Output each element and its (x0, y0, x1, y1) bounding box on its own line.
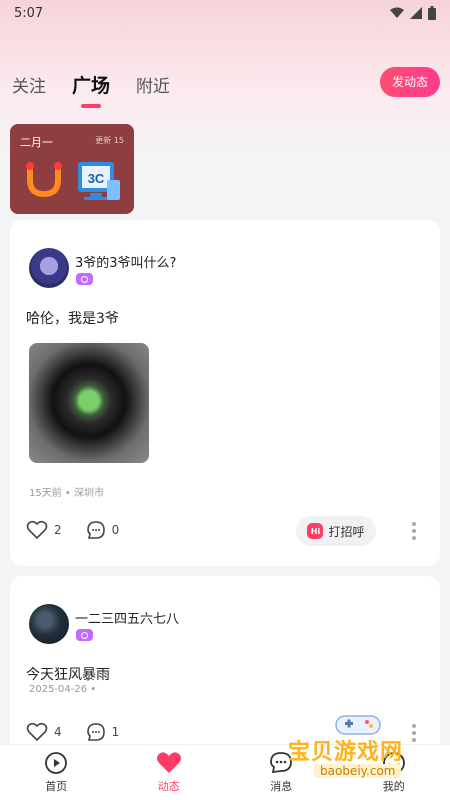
user-badge-icon (76, 273, 93, 285)
promo-card[interactable]: 二月一 更新 15 3C (10, 124, 134, 214)
wifi-icon (390, 7, 404, 18)
comment-button[interactable]: 0 (86, 520, 120, 540)
comment-button[interactable]: 1 (86, 722, 120, 742)
status-time: 5:07 (14, 5, 44, 21)
like-button[interactable]: 4 (26, 722, 62, 742)
like-count: 2 (54, 523, 62, 537)
comment-icon (86, 521, 105, 539)
nav-home[interactable]: 首页 (0, 745, 113, 800)
u-logo-icon (26, 162, 62, 198)
nav-moments-label: 动态 (157, 780, 180, 793)
user-badge-icon (76, 629, 93, 641)
post-text: 哈伦，我是3爷 (26, 311, 119, 327)
hi-icon: Hi (307, 523, 324, 539)
avatar[interactable] (29, 248, 69, 288)
more-options-icon[interactable] (412, 522, 416, 540)
greet-button[interactable]: Hi 打招呼 (296, 516, 376, 546)
heart-outline-icon (26, 722, 48, 742)
3c-device-icon: 3C (78, 162, 120, 200)
avatar[interactable] (29, 604, 69, 644)
post-status-button[interactable]: 发动态 (379, 67, 440, 97)
heart-icon (156, 752, 181, 773)
status-icons (390, 6, 436, 20)
watermark-text: 宝贝游戏网 (288, 740, 404, 765)
watermark-url: baobeiy.com (314, 764, 402, 778)
like-button[interactable]: 2 (26, 520, 62, 540)
post-actions: 2 0 (26, 520, 143, 540)
watermark: 宝贝游戏网 baobeiy.com (282, 712, 442, 782)
post-actions: 4 1 (26, 722, 143, 742)
status-bar: 5:07 (0, 0, 450, 26)
top-tabs: 关注 广场 附近 发动态 (0, 62, 450, 106)
tab-follow[interactable]: 关注 (12, 72, 46, 97)
nav-moments[interactable]: 动态 (113, 745, 226, 800)
greet-label: 打招呼 (328, 524, 365, 539)
nav-home-label: 首页 (45, 780, 68, 793)
promo-right-text: 更新 15 (95, 136, 124, 145)
post-username[interactable]: 3爷的3爷叫什么? (75, 252, 176, 271)
post-card[interactable]: 3爷的3爷叫什么? 哈伦，我是3爷 15天前 • 深圳市 2 0 Hi 打招呼 (10, 220, 440, 566)
signal-icon (410, 7, 422, 19)
tab-square[interactable]: 广场 (72, 71, 110, 98)
post-text: 今天狂风暴雨 (26, 667, 110, 683)
tab-nearby[interactable]: 附近 (136, 72, 170, 97)
post-meta: 2025-04-26 • (29, 684, 97, 695)
like-count: 4 (54, 725, 62, 739)
heart-outline-icon (26, 520, 48, 540)
promo-left-text: 二月一 (20, 136, 53, 149)
post-meta: 15天前 • 深圳市 (29, 488, 104, 499)
comment-icon (86, 723, 105, 741)
post-image[interactable] (29, 343, 149, 463)
comment-count: 1 (111, 725, 120, 739)
svg-text:3C: 3C (88, 171, 105, 186)
post-username[interactable]: 一二三四五六七八 (75, 608, 179, 627)
comment-count: 0 (111, 523, 120, 537)
home-icon (45, 752, 68, 774)
battery-icon (428, 6, 436, 20)
